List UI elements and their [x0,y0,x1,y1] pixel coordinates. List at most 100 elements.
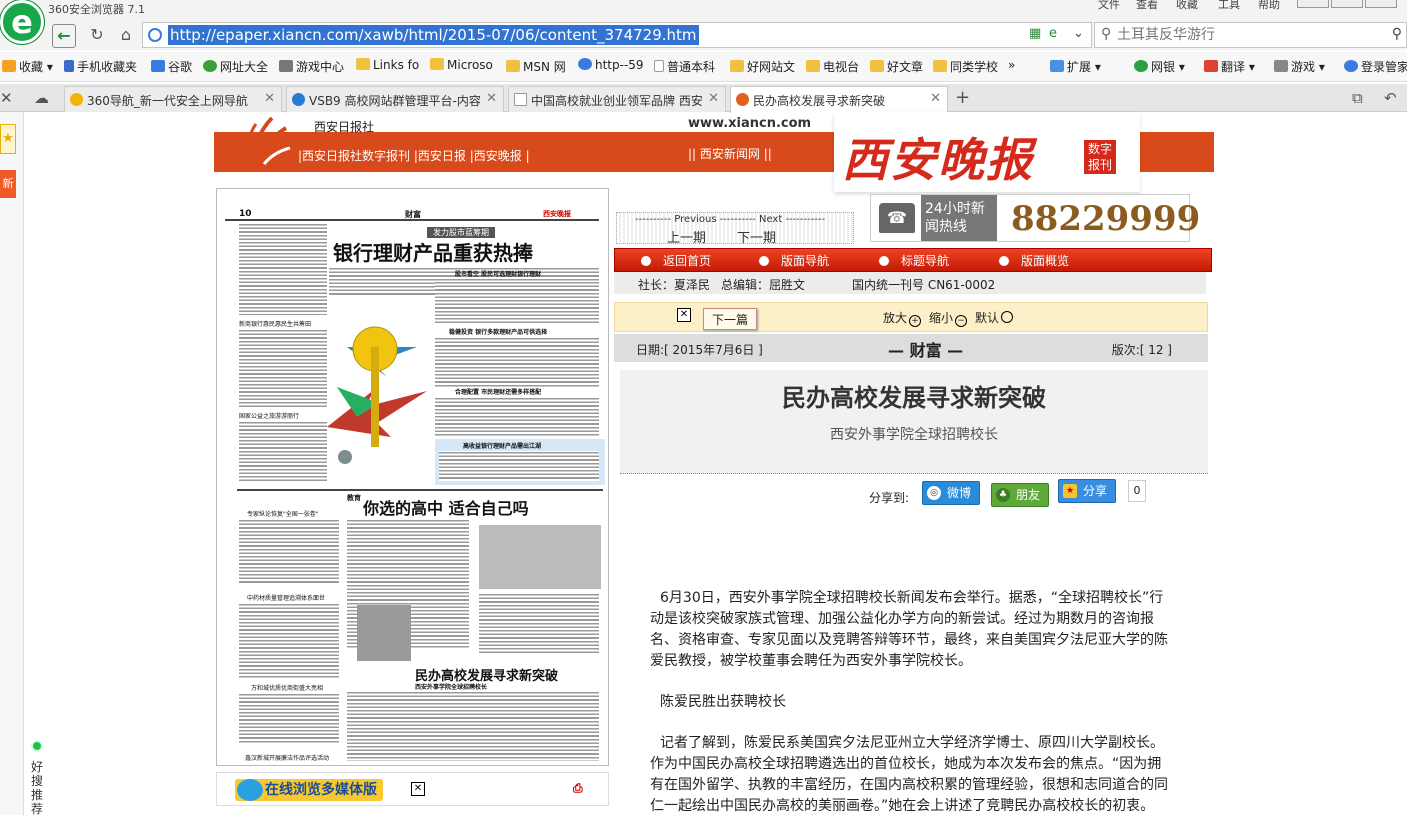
menu-favorites[interactable]: 收藏 [1176,0,1198,12]
refresh-button[interactable]: ↻ [86,24,108,46]
back-button[interactable]: ← [52,24,76,48]
np-header-rule [225,209,599,221]
news-net-link[interactable]: || 西安新闻网 || [688,145,772,162]
folder-icon [933,60,947,72]
np-edu: 教育 [347,494,361,502]
tab-menu-icon[interactable]: ✕ [0,89,13,107]
np-column [239,223,327,315]
ie-mode-icon[interactable]: e [1049,26,1057,41]
bookmark-google[interactable]: 谷歌 [151,58,192,75]
new-tab-button[interactable]: + [955,87,970,108]
haosou-recommend[interactable]: 好搜推荐 [26,740,48,816]
page-number: 版次:[ 12 ] [1111,343,1172,357]
close-icon[interactable]: ✕ [677,308,691,322]
bookmark-games[interactable]: 游戏中心 [279,58,344,75]
login-manager-button[interactable]: 登录管家 [1344,58,1407,75]
bookmark-haowangzhan[interactable]: 好网站文 [730,58,795,75]
games-button[interactable]: 游戏 ▾ [1274,58,1325,75]
nav-bar: 返回首页 版面导航 标题导航 版面概览 [614,248,1212,272]
tab-active-article[interactable]: 民办高校发展寻求新突破 ✕ [730,86,948,113]
top-links[interactable]: |西安日报社数字报刊 |西安日报 |西安晚报 | [298,147,530,164]
np-column [239,519,339,583]
bookmark-msn[interactable]: MSN 网 [506,58,566,75]
menu-file[interactable]: 文件 [1098,0,1120,12]
share-pengyou-button[interactable]: ♣ 朋友 [991,483,1050,507]
zoom-out-button[interactable]: 缩小 − [929,309,968,327]
translate-button[interactable]: 翻译 ▾ [1204,58,1255,75]
minimize-button[interactable] [1297,0,1329,8]
bookmark-tonglei[interactable]: 同类学校 [933,58,998,75]
share-more-button[interactable]: ★ 分享 [1058,479,1117,503]
qr-code-icon[interactable]: ▦ [1029,26,1041,41]
zoom-in-button[interactable]: 放大 + [883,309,922,327]
nav-home[interactable]: 返回首页 [641,252,711,269]
bookmark-http59[interactable]: http--59 [578,58,644,72]
bullet-icon [879,256,889,266]
undo-close-icon[interactable]: ↶ [1384,89,1397,107]
tab-vsb9[interactable]: VSB9 高校网站群管理平台-内容 ✕ [286,86,504,112]
np-column [239,693,339,743]
search-icon[interactable]: ⚲ [1392,26,1402,42]
tab-list-icon[interactable]: ⧉ [1352,89,1363,107]
address-bar: ← ↻ ⌂ http://epaper.xiancn.com/xawb/html… [0,18,1407,50]
nav-titles[interactable]: 标题导航 [879,252,949,269]
close-tab-icon[interactable]: ✕ [264,91,275,106]
np-headline2: 你选的高中 适合自己吗 [363,499,529,518]
close-tab-icon[interactable]: ✕ [708,91,719,106]
extensions-button[interactable]: 扩展 ▾ [1050,58,1101,75]
search-engine-icon[interactable]: ⚲ [1101,26,1111,42]
bookmark-mobile[interactable]: 手机收藏夹 [64,58,137,75]
tab-jiuye[interactable]: 中国高校就业创业领军品牌 西安 ✕ [508,86,726,112]
close-window-button[interactable] [1365,0,1397,8]
search-input[interactable] [1117,25,1377,45]
more-bookmarks-icon[interactable]: » [1008,58,1015,72]
maximize-button[interactable] [1331,0,1363,8]
close-tab-icon[interactable]: ✕ [486,91,497,106]
next-issue-link[interactable]: 下一期 [737,227,776,246]
share-weibo-button[interactable]: ◎ 微博 [922,481,981,505]
clover-icon: ♣ [996,488,1010,502]
np-photo-2 [357,605,411,661]
folder-icon [506,60,520,72]
nav-overview[interactable]: 版面概览 [999,252,1069,269]
close-tab-icon[interactable]: ✕ [930,91,941,106]
close-icon[interactable]: ✕ [411,782,425,796]
issue-navigator: ---------- Previous ---------- Next ----… [616,212,854,246]
zoom-default-button[interactable]: 默认 [975,309,1014,326]
multimedia-button[interactable]: 在线浏览多媒体版 [235,779,383,801]
url-text[interactable]: http://epaper.xiancn.com/xawb/html/2015-… [168,25,699,45]
newspaper-page-image[interactable]: 10 财富 西安晚报 发力股市蓝筹期 银行理财产品重获热捧 新商银行惠民惠民生共… [216,188,609,766]
new-badge[interactable]: 新 [0,170,16,198]
article-title: 民办高校发展寻求新突破 [782,383,1046,412]
bookmark-favorites[interactable]: 收藏 ▾ [2,58,53,75]
cloud-icon[interactable]: ☁ [34,89,49,107]
browser-logo-icon[interactable]: e [0,0,44,44]
bookmark-tv[interactable]: 电视台 [806,58,859,75]
next-article-button[interactable]: 下一篇 [703,308,758,330]
telephone-icon: ☎ [879,203,915,233]
bank-button[interactable]: 网银 ▾ [1134,58,1185,75]
bookmark-haowenzhang[interactable]: 好文章 [870,58,923,75]
menu-help[interactable]: 帮助 [1258,0,1280,12]
dropdown-chevron-icon[interactable]: ⌄ [1073,26,1084,41]
menu-tools[interactable]: 工具 [1218,0,1240,12]
bookmark-putong[interactable]: 普通本科 [654,58,715,75]
previous-issue-link[interactable]: 上一期 [667,227,706,246]
bookmark-wangzhi[interactable]: 网址大全 [203,58,268,75]
tab-360[interactable]: 360导航_新一代安全上网导航 ✕ [64,86,282,112]
bookmark-microsoft[interactable]: Microso [430,58,493,72]
home-icon[interactable]: ⌂ [115,24,137,46]
pdf-icon[interactable]: ⎙ [573,781,591,799]
bookmark-links[interactable]: Links fo [356,58,419,72]
menu-view[interactable]: 查看 [1136,0,1158,12]
star-icon[interactable]: ★ [0,124,16,154]
google-icon [151,60,165,72]
np-column [239,329,327,409]
folder-icon [730,60,744,72]
article-header: 民办高校发展寻求新突破 西安外事学院全球招聘校长 [620,370,1208,474]
url-field[interactable]: http://epaper.xiancn.com/xawb/html/2015-… [142,22,1092,48]
np-side3: 专家纵论恢复"全国一张卷" [247,511,319,518]
nav-layout[interactable]: 版面导航 [759,252,829,269]
page-info-icon[interactable] [148,28,162,42]
tab-strip: ✕ ☁ 360导航_新一代安全上网导航 ✕ VSB9 高校网站群管理平台-内容 ✕ … [0,84,1407,113]
